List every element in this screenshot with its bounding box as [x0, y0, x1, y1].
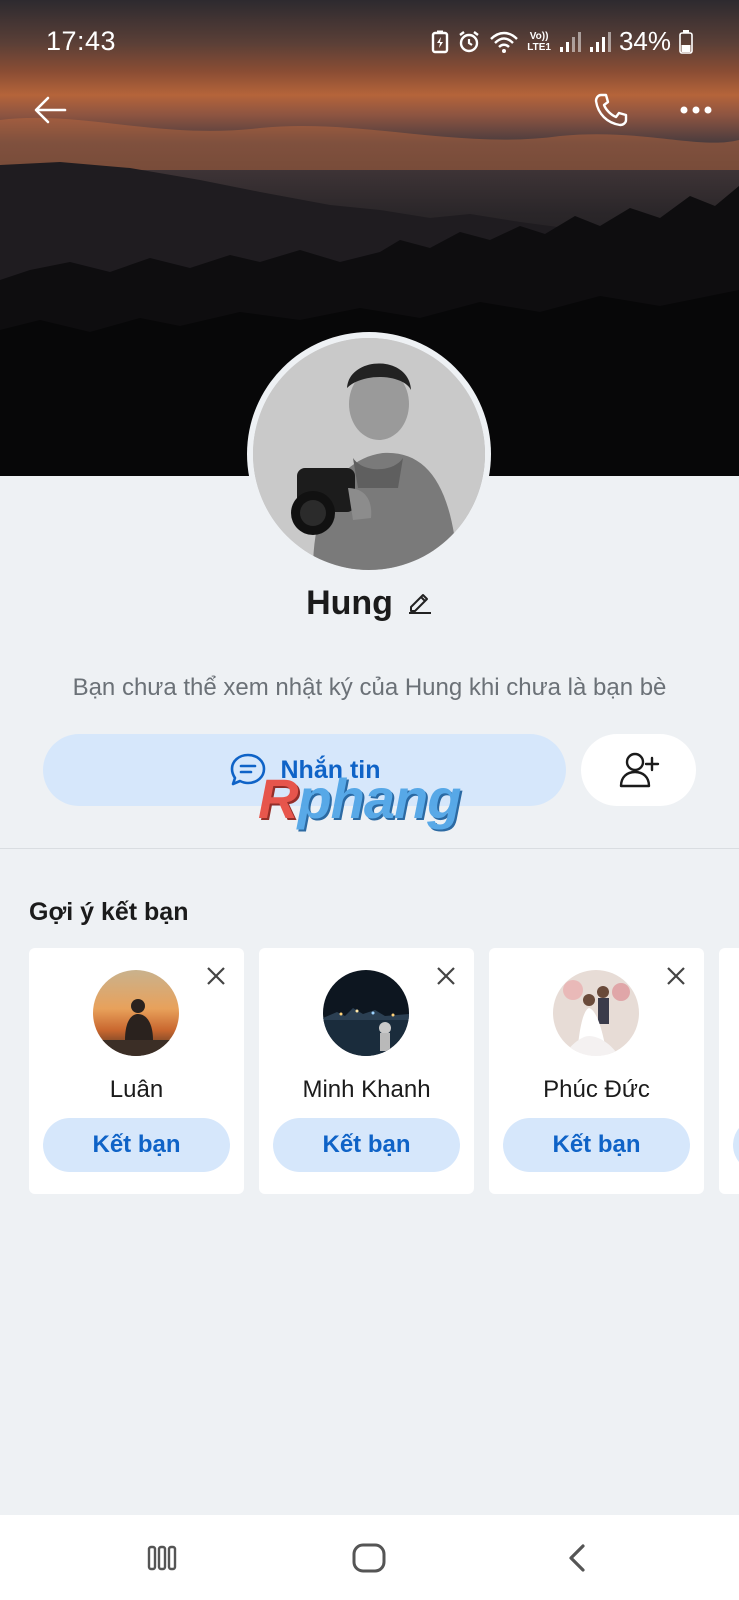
recent-apps-button[interactable] — [132, 1533, 192, 1583]
section-divider — [0, 848, 739, 849]
add-friend-suggestion-button[interactable]: Kết bạn — [273, 1118, 460, 1172]
phone-icon — [594, 93, 628, 127]
battery-icon — [679, 29, 693, 54]
recent-apps-icon — [147, 1545, 177, 1571]
edit-name-icon[interactable] — [407, 588, 433, 619]
suggestion-card[interactable]: Luân Kết bạn — [29, 948, 244, 1194]
suggestion-avatar[interactable] — [93, 970, 179, 1056]
suggestion-avatar[interactable] — [553, 970, 639, 1056]
call-button[interactable] — [587, 86, 635, 134]
profile-name: Hung — [306, 584, 393, 622]
dismiss-suggestion-button[interactable] — [662, 962, 690, 990]
home-icon — [352, 1543, 386, 1573]
dismiss-suggestion-button[interactable] — [432, 962, 460, 990]
system-nav-bar — [0, 1515, 739, 1600]
suggestion-name: Luân — [109, 1076, 164, 1103]
suggestion-card-partial[interactable] — [719, 948, 739, 1194]
alarm-icon — [459, 30, 479, 52]
more-button[interactable] — [672, 86, 720, 134]
watermark-logo: Rphang — [258, 767, 461, 830]
back-button[interactable] — [26, 86, 74, 134]
wifi-icon — [490, 31, 519, 53]
suggestion-name: Phúc Đức — [543, 1076, 650, 1103]
status-time: 17:43 — [46, 26, 117, 56]
add-friend-suggestion-button-partial[interactable] — [733, 1118, 739, 1172]
back-icon — [569, 1544, 585, 1572]
add-friend-suggestion-button[interactable]: Kết bạn — [43, 1118, 230, 1172]
suggestion-card[interactable]: Minh Khanh Kết bạn — [259, 948, 474, 1194]
close-icon — [667, 967, 685, 985]
signal-icon — [559, 31, 581, 52]
avatar-frame — [247, 332, 491, 576]
diary-note: Bạn chưa thể xem nhật ký của Hung khi ch… — [72, 674, 667, 701]
suggestions-title: Gợi ý kết bạn — [29, 898, 189, 926]
profile-name-row: Hung — [0, 584, 739, 623]
volte-icon: Vo)) LTE1 — [527, 30, 551, 53]
avatar[interactable] — [253, 338, 485, 570]
status-icons: Vo)) LTE1 34% — [431, 26, 693, 57]
add-friend-suggestion-button[interactable]: Kết bạn — [503, 1118, 690, 1172]
close-icon — [437, 967, 455, 985]
close-icon — [207, 967, 225, 985]
avatar-photo — [253, 338, 485, 570]
suggestions-list[interactable]: Luân Kết bạn Minh Khanh Kết bạn Phúc Đức… — [29, 948, 739, 1194]
dismiss-suggestion-button[interactable] — [202, 962, 230, 990]
add-friend-button[interactable] — [581, 734, 696, 806]
suggestion-avatar[interactable] — [323, 970, 409, 1056]
back-arrow-icon — [34, 96, 67, 124]
suggestion-name: Minh Khanh — [302, 1076, 431, 1103]
home-button[interactable] — [339, 1533, 399, 1583]
signal-icon — [589, 31, 611, 52]
add-friend-icon — [619, 752, 659, 788]
system-back-button[interactable] — [547, 1533, 607, 1583]
battery-percent: 34% — [618, 26, 671, 56]
more-icon — [680, 106, 712, 114]
suggestion-card[interactable]: Phúc Đức Kết bạn — [489, 948, 704, 1194]
status-bar: 17:43 Vo)) LTE1 34% — [0, 0, 739, 68]
battery-saver-icon — [432, 30, 449, 53]
